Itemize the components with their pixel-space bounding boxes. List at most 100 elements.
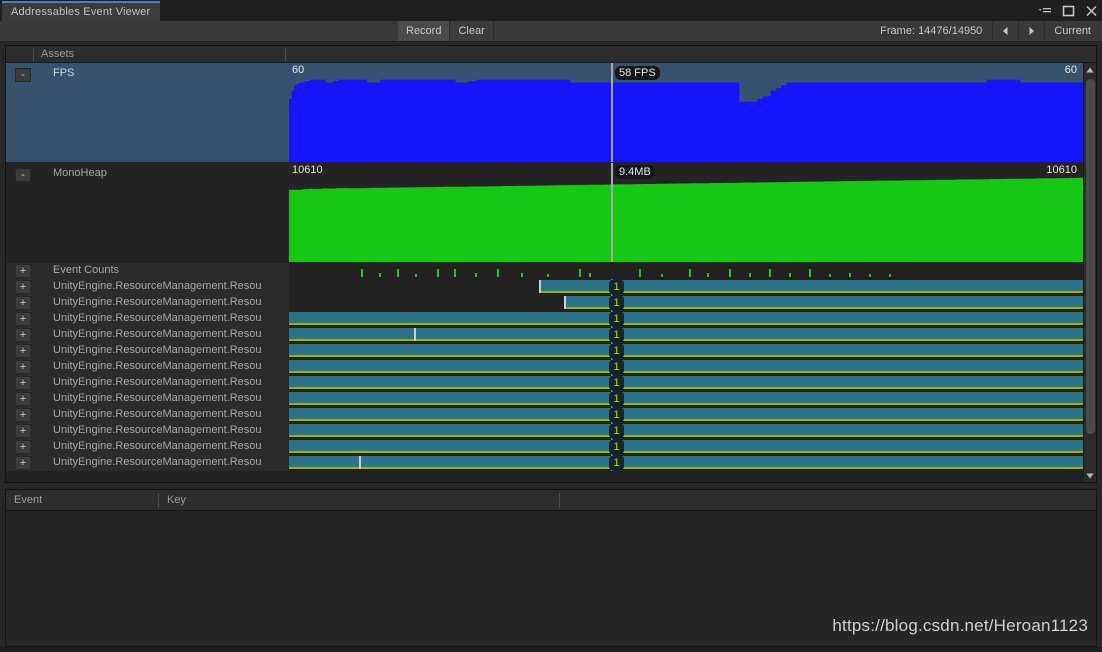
event-counts-row[interactable]: + Event Counts	[6, 263, 1083, 279]
expander-toggle[interactable]: +	[15, 296, 31, 310]
record-button[interactable]: Record	[398, 21, 451, 41]
event-start-marker	[414, 328, 416, 341]
resource-event-row[interactable]: + UnityEngine.ResourceManagement.Resou 1	[6, 359, 1083, 375]
expander-toggle[interactable]: +	[15, 264, 31, 278]
previous-frame-button[interactable]	[993, 21, 1020, 41]
row-left[interactable]: + UnityEngine.ResourceManagement.Resou	[6, 295, 289, 311]
resource-event-plot[interactable]: 1	[289, 359, 1083, 375]
event-detail-header: Event Key	[6, 490, 1096, 511]
resource-event-plot[interactable]: 1	[289, 295, 1083, 311]
resource-event-row[interactable]: + UnityEngine.ResourceManagement.Resou 1	[6, 423, 1083, 439]
current-frame-button[interactable]: Current	[1045, 21, 1100, 41]
resource-event-plot[interactable]: 1	[289, 311, 1083, 327]
row-left[interactable]: + UnityEngine.ResourceManagement.Resou	[6, 359, 289, 375]
vertical-scrollbar-thumb[interactable]	[1086, 79, 1095, 434]
resource-event-row[interactable]: + UnityEngine.ResourceManagement.Resou 1	[6, 279, 1083, 295]
row-left[interactable]: + UnityEngine.ResourceManagement.Resou	[6, 375, 289, 391]
event-detail-panel: Event Key https://blog.csdn.net/Heroan11…	[5, 489, 1097, 647]
event-count-badge: 1	[609, 295, 624, 311]
event-count-badge: 1	[609, 327, 624, 343]
scroll-down-icon[interactable]	[1084, 469, 1096, 482]
event-duration-bar[interactable]	[289, 440, 1083, 453]
row-left[interactable]: + UnityEngine.ResourceManagement.Resou	[6, 407, 289, 423]
rows-viewport[interactable]: - FPS 60 60 58 FPS - MonoHeap 10610 1061…	[6, 63, 1083, 482]
expander-toggle[interactable]: +	[15, 424, 31, 438]
expander-monoheap[interactable]: -	[15, 168, 31, 182]
event-duration-bar[interactable]	[289, 344, 1083, 357]
expander-toggle[interactable]: +	[15, 376, 31, 390]
event-count-badge: 1	[609, 375, 624, 391]
resource-event-row[interactable]: + UnityEngine.ResourceManagement.Resou 1	[6, 455, 1083, 471]
event-duration-bar[interactable]	[289, 312, 1083, 325]
vertical-scrollbar[interactable]	[1083, 63, 1096, 482]
resource-event-plot[interactable]: 1	[289, 375, 1083, 391]
expander-toggle[interactable]: +	[15, 280, 31, 294]
resource-event-row[interactable]: + UnityEngine.ResourceManagement.Resou 1	[6, 391, 1083, 407]
resource-event-row[interactable]: + UnityEngine.ResourceManagement.Resou 1	[6, 327, 1083, 343]
row-left[interactable]: + UnityEngine.ResourceManagement.Resou	[6, 439, 289, 455]
resource-event-row[interactable]: + UnityEngine.ResourceManagement.Resou 1	[6, 407, 1083, 423]
row-label: UnityEngine.ResourceManagement.Resou	[53, 440, 262, 452]
event-duration-bar[interactable]	[289, 456, 1083, 469]
resource-event-plot[interactable]: 1	[289, 455, 1083, 471]
event-counts-plot[interactable]	[289, 263, 1083, 279]
graph-row-monoheap-plot[interactable]: 10610 10610 9.4MB	[289, 163, 1083, 262]
fps-playhead-value: 58 FPS	[615, 66, 660, 80]
resource-event-plot[interactable]: 1	[289, 279, 1083, 295]
row-left[interactable]: + UnityEngine.ResourceManagement.Resou	[6, 391, 289, 407]
event-duration-bar[interactable]	[289, 328, 1083, 341]
event-duration-bar[interactable]	[289, 392, 1083, 405]
graph-row-fps[interactable]: - FPS 60 60 58 FPS	[6, 63, 1083, 162]
event-duration-bar[interactable]	[289, 408, 1083, 421]
row-label: UnityEngine.ResourceManagement.Resou	[53, 360, 262, 372]
resource-event-plot[interactable]: 1	[289, 391, 1083, 407]
resource-event-plot[interactable]: 1	[289, 327, 1083, 343]
resource-event-row[interactable]: + UnityEngine.ResourceManagement.Resou 1	[6, 375, 1083, 391]
expander-toggle[interactable]: +	[15, 440, 31, 454]
expander-fps[interactable]: -	[15, 68, 31, 82]
event-duration-bar[interactable]	[564, 296, 1083, 309]
event-duration-bar[interactable]	[289, 424, 1083, 437]
resource-event-row[interactable]: + UnityEngine.ResourceManagement.Resou 1	[6, 439, 1083, 455]
row-left[interactable]: + UnityEngine.ResourceManagement.Resou	[6, 311, 289, 327]
expander-toggle[interactable]: +	[15, 328, 31, 342]
maximize-icon[interactable]	[1061, 4, 1075, 18]
expander-toggle[interactable]: +	[15, 360, 31, 374]
resource-event-plot[interactable]: 1	[289, 439, 1083, 455]
playhead-monoheap[interactable]	[611, 163, 613, 262]
menu-dropdown-icon[interactable]	[1038, 4, 1052, 18]
window-tab-addressables-event-viewer[interactable]: Addressables Event Viewer	[2, 1, 161, 21]
event-duration-bar[interactable]	[289, 360, 1083, 373]
expander-toggle[interactable]: +	[15, 392, 31, 406]
row-left[interactable]: + UnityEngine.ResourceManagement.Resou	[6, 327, 289, 343]
scroll-up-icon[interactable]	[1084, 63, 1096, 76]
event-count-ticks	[361, 269, 891, 277]
row-left[interactable]: + UnityEngine.ResourceManagement.Resou	[6, 455, 289, 471]
event-start-marker	[539, 280, 541, 293]
header-divider-left	[33, 48, 34, 61]
event-duration-bar[interactable]	[289, 376, 1083, 389]
expander-toggle[interactable]: +	[15, 312, 31, 326]
graph-row-fps-left[interactable]: - FPS	[6, 63, 289, 162]
resource-event-row[interactable]: + UnityEngine.ResourceManagement.Resou 1	[6, 295, 1083, 311]
playhead-fps[interactable]	[611, 63, 613, 162]
graph-row-monoheap[interactable]: - MonoHeap 10610 10610 9.4MB	[6, 163, 1083, 262]
row-left[interactable]: + Event Counts	[6, 263, 289, 279]
expander-toggle[interactable]: +	[15, 408, 31, 422]
resource-event-plot[interactable]: 1	[289, 423, 1083, 439]
graph-row-fps-plot[interactable]: 60 60 58 FPS	[289, 63, 1083, 162]
resource-event-plot[interactable]: 1	[289, 407, 1083, 423]
next-frame-button[interactable]	[1019, 21, 1046, 41]
expander-toggle[interactable]: +	[15, 456, 31, 470]
row-left[interactable]: + UnityEngine.ResourceManagement.Resou	[6, 343, 289, 359]
close-icon[interactable]	[1084, 4, 1098, 18]
graph-row-monoheap-left[interactable]: - MonoHeap	[6, 163, 289, 262]
clear-button[interactable]: Clear	[450, 21, 494, 41]
row-left[interactable]: + UnityEngine.ResourceManagement.Resou	[6, 423, 289, 439]
resource-event-row[interactable]: + UnityEngine.ResourceManagement.Resou 1	[6, 343, 1083, 359]
row-left[interactable]: + UnityEngine.ResourceManagement.Resou	[6, 279, 289, 295]
resource-event-plot[interactable]: 1	[289, 343, 1083, 359]
expander-toggle[interactable]: +	[15, 344, 31, 358]
resource-event-row[interactable]: + UnityEngine.ResourceManagement.Resou 1	[6, 311, 1083, 327]
column-header-event: Event	[14, 494, 43, 506]
